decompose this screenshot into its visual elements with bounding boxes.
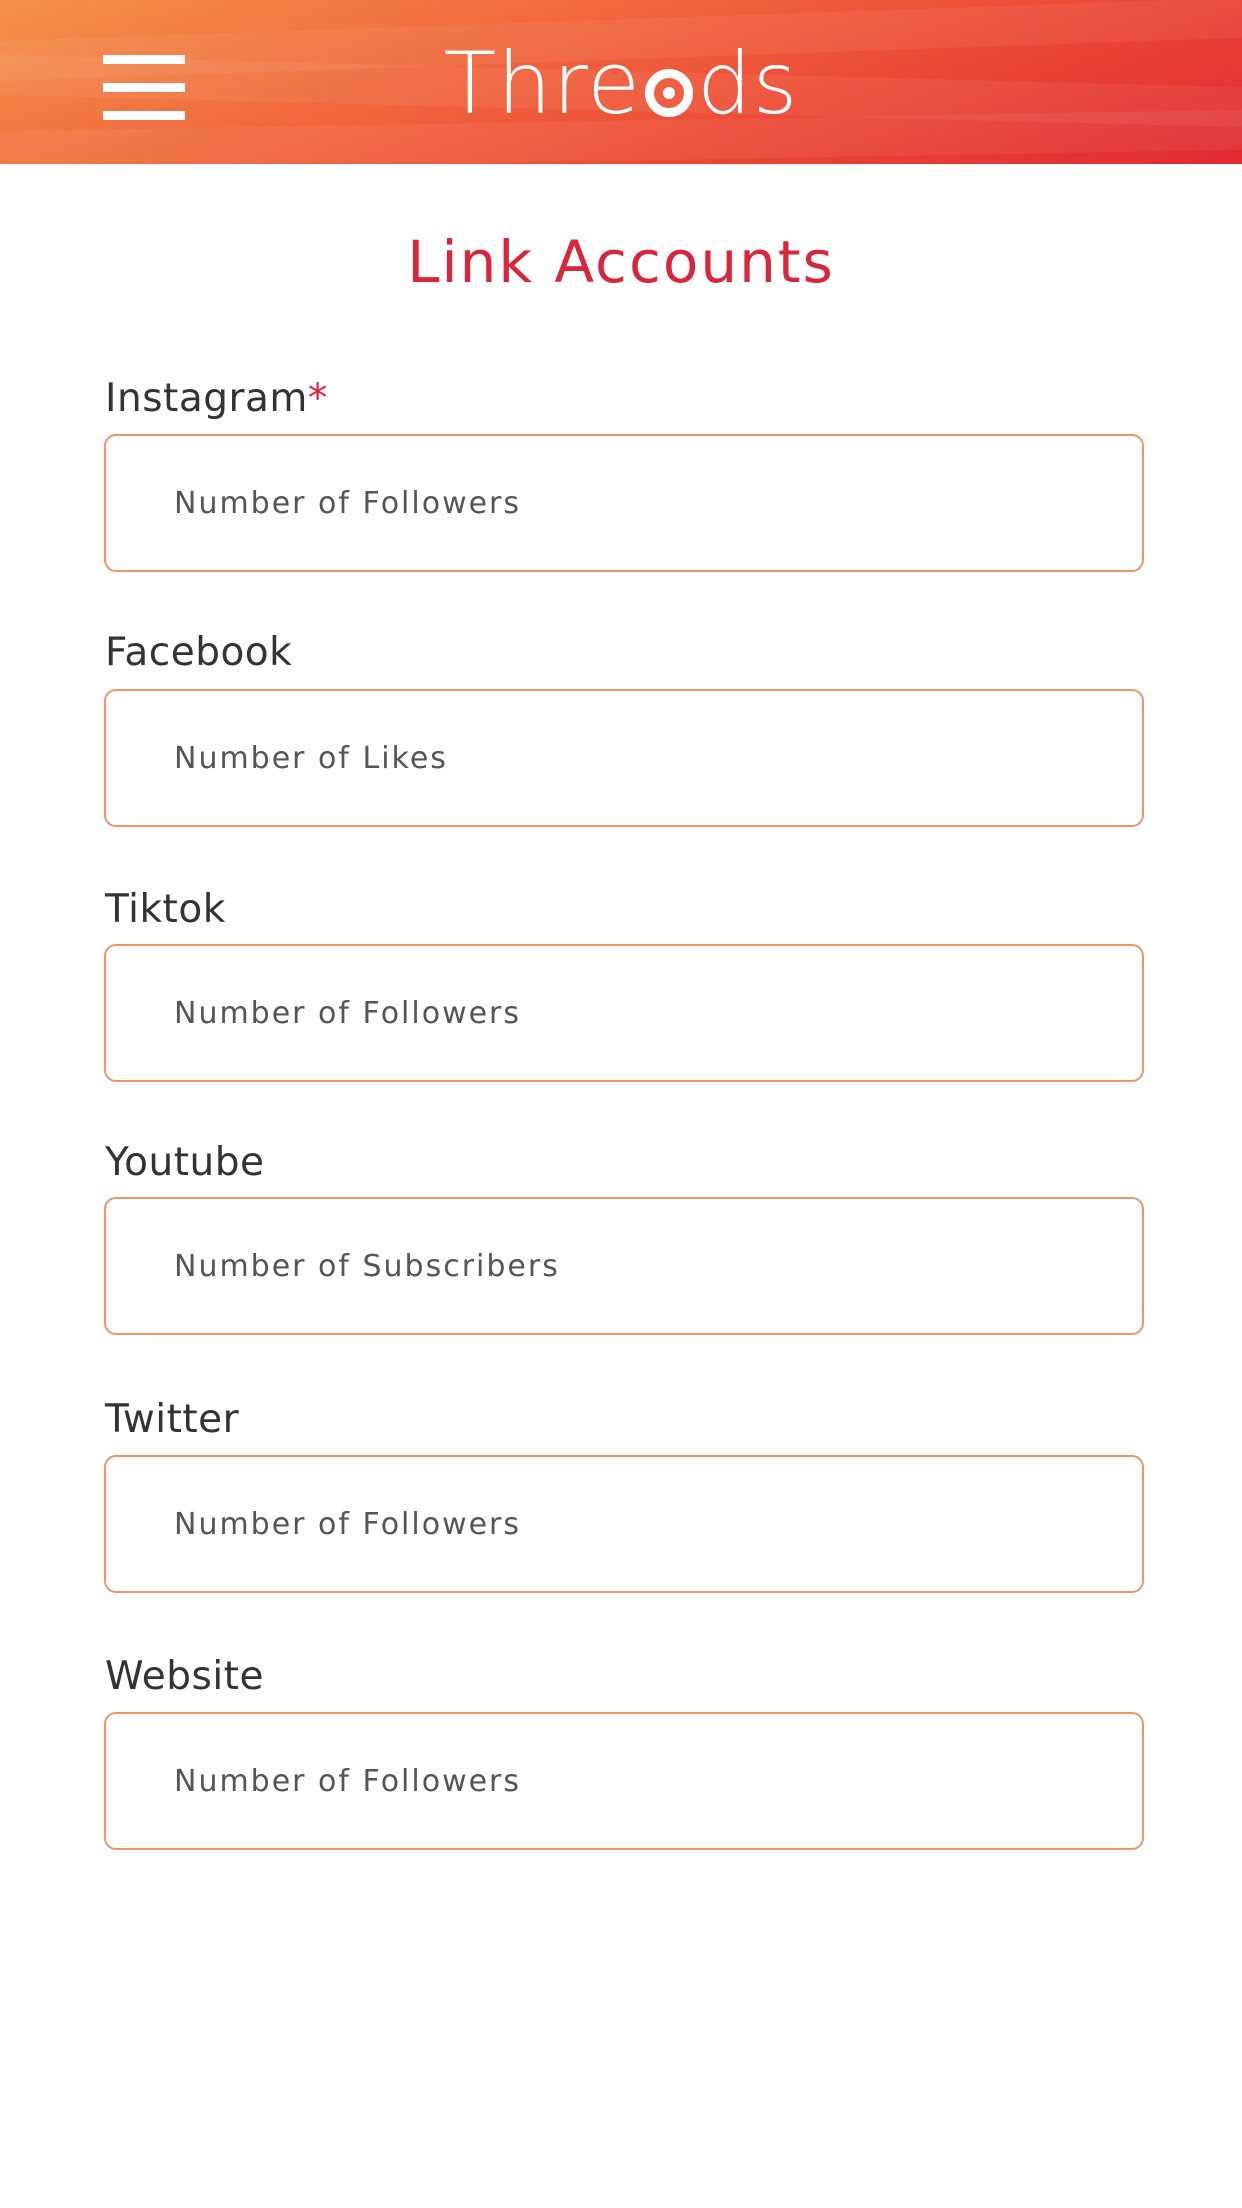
twitter-label-text: Twitter [105,1397,240,1442]
youtube-label-text: Youtube [105,1140,265,1185]
youtube-label: Youtube [105,1140,264,1185]
website-field [104,1712,1144,1850]
app-header: Thre ds [0,0,1242,164]
twitter-label: Twitter [105,1397,239,1442]
facebook-field [104,689,1144,827]
facebook-label-text: Facebook [105,630,293,675]
instagram-label: Instagram* [105,376,328,421]
tiktok-label: Tiktok [105,887,226,932]
required-marker: * [307,376,328,421]
website-label: Website [105,1654,264,1699]
youtube-subscribers-input[interactable] [174,1199,1114,1333]
instagram-label-text: Instagram [105,376,308,421]
at-sign-icon [645,69,693,117]
youtube-field [104,1197,1144,1335]
website-followers-input[interactable] [174,1714,1114,1848]
instagram-field [104,434,1144,572]
tiktok-followers-input[interactable] [174,946,1114,1080]
page-title: Link Accounts [407,228,835,296]
website-label-text: Website [105,1654,264,1699]
facebook-label: Facebook [105,630,292,675]
twitter-field [104,1455,1144,1593]
instagram-followers-input[interactable] [174,436,1114,570]
facebook-likes-input[interactable] [174,691,1114,825]
tiktok-label-text: Tiktok [105,887,226,932]
logo-text-prefix: Thre [443,34,641,134]
tiktok-field [104,944,1144,1082]
logo-text-suffix: ds [697,34,799,134]
twitter-followers-input[interactable] [174,1457,1114,1591]
app-logo: Thre ds [0,34,1242,134]
